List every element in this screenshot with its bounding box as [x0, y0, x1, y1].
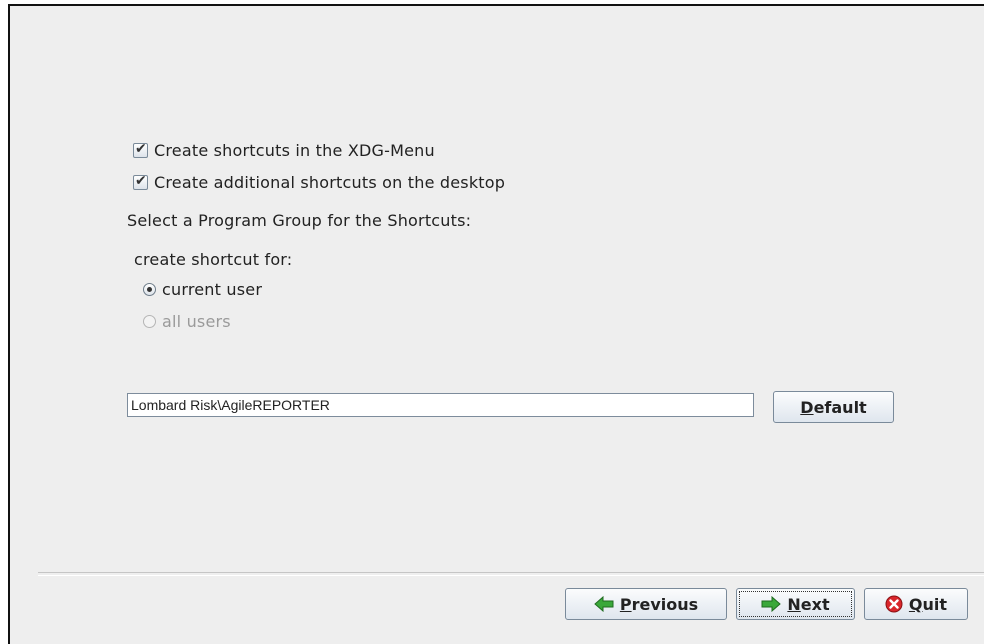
default-mnemonic: D [800, 397, 814, 417]
desktop-shortcut-checkbox-row[interactable]: ✔ Create additional shortcuts on the des… [133, 173, 505, 192]
program-group-input[interactable]: Lombard Risk\AgileREPORTER [127, 393, 754, 417]
radio-all-users-label: all users [162, 312, 231, 331]
radio-current-user-label[interactable]: current user [162, 280, 262, 299]
default-label-rest: efault [813, 397, 867, 417]
stop-icon [885, 595, 903, 613]
previous-mnemonic: P [619, 594, 632, 614]
arrow-right-icon [761, 596, 782, 612]
xdg-menu-checkbox[interactable]: ✔ [133, 141, 148, 158]
xdg-menu-label[interactable]: Create shortcuts in the XDG-Menu [154, 141, 435, 160]
next-mnemonic: N [787, 594, 801, 614]
radio-all-users: all users [143, 312, 231, 331]
default-button[interactable]: Default [773, 391, 894, 423]
footer-divider [38, 572, 984, 576]
next-button[interactable]: Next [736, 588, 855, 620]
previous-label-rest: revious [631, 594, 699, 614]
check-mark-icon: ✔ [135, 173, 147, 189]
xdg-menu-checkbox-row[interactable]: ✔ Create shortcuts in the XDG-Menu [133, 141, 435, 160]
quit-label-rest: uit [922, 594, 948, 614]
program-group-heading: Select a Program Group for the Shortcuts… [127, 211, 472, 230]
radio-all-users-button [143, 315, 156, 328]
radio-current-user-button[interactable] [143, 283, 156, 296]
next-label-rest: ext [800, 594, 830, 614]
radio-current-user[interactable]: current user [143, 280, 262, 299]
quit-button[interactable]: Quit [864, 588, 968, 620]
desktop-shortcut-checkbox[interactable]: ✔ [133, 173, 148, 190]
desktop-shortcut-label[interactable]: Create additional shortcuts on the deskt… [154, 173, 505, 192]
check-mark-icon: ✔ [135, 141, 147, 157]
arrow-left-icon [594, 596, 614, 612]
quit-mnemonic: Q [908, 594, 923, 614]
previous-button[interactable]: Previous [565, 588, 727, 620]
create-shortcut-for-label: create shortcut for: [134, 250, 293, 269]
